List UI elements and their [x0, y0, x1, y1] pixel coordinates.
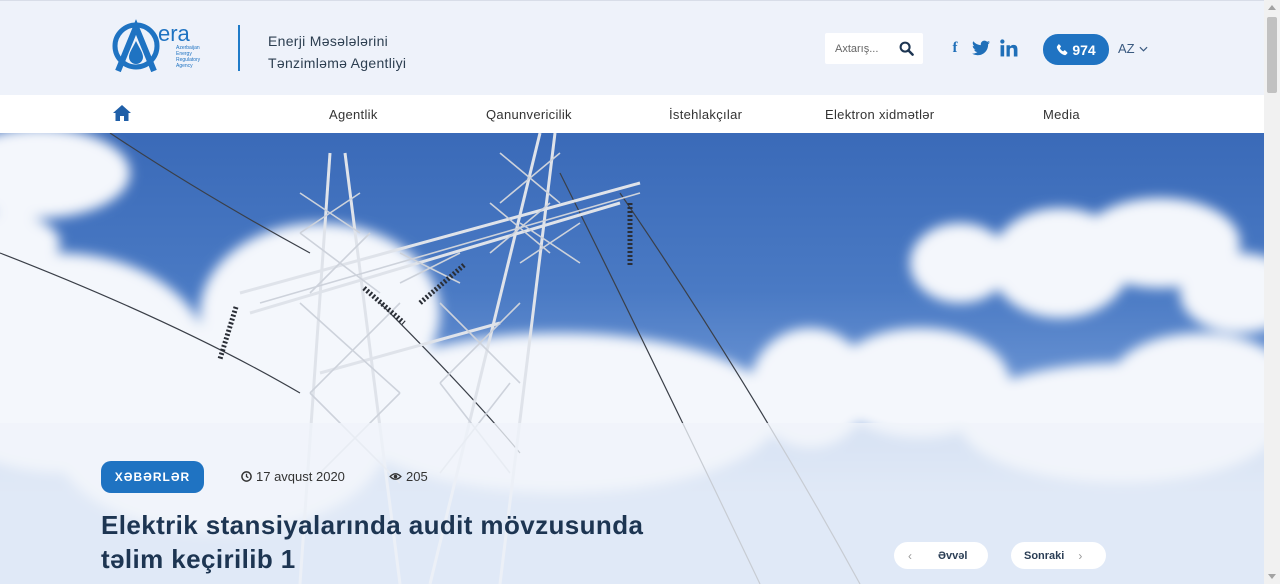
previous-button[interactable]: ‹ Əvvəl [894, 542, 988, 569]
scroll-thumb[interactable] [1267, 17, 1277, 93]
agency-name-line1: Enerji Məsələlərini [268, 33, 389, 49]
page-scrollbar[interactable] [1264, 0, 1280, 584]
category-badge[interactable]: XƏBƏRLƏR [101, 461, 204, 493]
aera-logo[interactable]: era Azerbaijan Energy Regulatory Agency [112, 19, 212, 73]
article-date-text: 17 avqust 2020 [256, 469, 345, 484]
facebook-icon[interactable]: f [948, 39, 962, 57]
search-input[interactable] [825, 33, 895, 64]
next-button[interactable]: Sonraki › [1011, 542, 1106, 569]
nav-item-agentlik[interactable]: Agentlik [329, 107, 378, 122]
phone-icon [1057, 43, 1068, 56]
eye-icon [389, 473, 402, 480]
search-icon[interactable] [899, 41, 914, 56]
scroll-up-arrow[interactable] [1268, 5, 1276, 10]
nav-item-media[interactable]: Media [1043, 107, 1080, 122]
article-title-line2: təlim keçirilib 1 [101, 544, 296, 574]
svg-text:Agency: Agency [176, 63, 193, 69]
hotline-number: 974 [1072, 41, 1096, 58]
home-icon[interactable] [112, 104, 132, 122]
language-selector[interactable]: AZ [1118, 41, 1148, 56]
article-title-line1: Elektrik stansiyalarında audit mövzusund… [101, 510, 644, 540]
nav-item-elektron-xidmetler[interactable]: Elektron xidmətlər [825, 107, 934, 122]
article-date: 17 avqust 2020 [241, 469, 345, 484]
agency-name: Enerji Məsələlərini Tənzimləmə Agentliyi [268, 30, 406, 74]
article-title: Elektrik stansiyalarında audit mövzusund… [101, 508, 741, 576]
chevron-down-icon [1139, 46, 1148, 52]
linkedin-icon[interactable] [1000, 39, 1018, 57]
previous-label: Əvvəl [938, 549, 968, 562]
article-views-count: 205 [406, 469, 428, 484]
hotline-button[interactable]: 974 [1043, 34, 1109, 65]
next-label: Sonraki [1024, 549, 1065, 562]
agency-name-line2: Tənzimləmə Agentliyi [268, 55, 407, 71]
chevron-right-icon: › [1078, 548, 1083, 563]
scroll-down-arrow[interactable] [1268, 574, 1276, 579]
logo-divider [238, 25, 240, 71]
language-label: AZ [1118, 41, 1135, 56]
clock-icon [241, 471, 252, 482]
nav-item-qanunvericilik[interactable]: Qanunvericilik [486, 107, 572, 122]
search-box [825, 33, 923, 64]
main-nav: Agentlik Qanunvericilik İstehlakçılar El… [0, 95, 1264, 133]
svg-text:era: era [158, 21, 191, 46]
top-header: era Azerbaijan Energy Regulatory Agency … [0, 0, 1264, 95]
chevron-left-icon: ‹ [908, 548, 912, 563]
twitter-icon[interactable] [972, 39, 990, 57]
nav-item-istehlakcilar[interactable]: İstehlakçılar [669, 107, 742, 122]
article-views: 205 [389, 469, 428, 484]
